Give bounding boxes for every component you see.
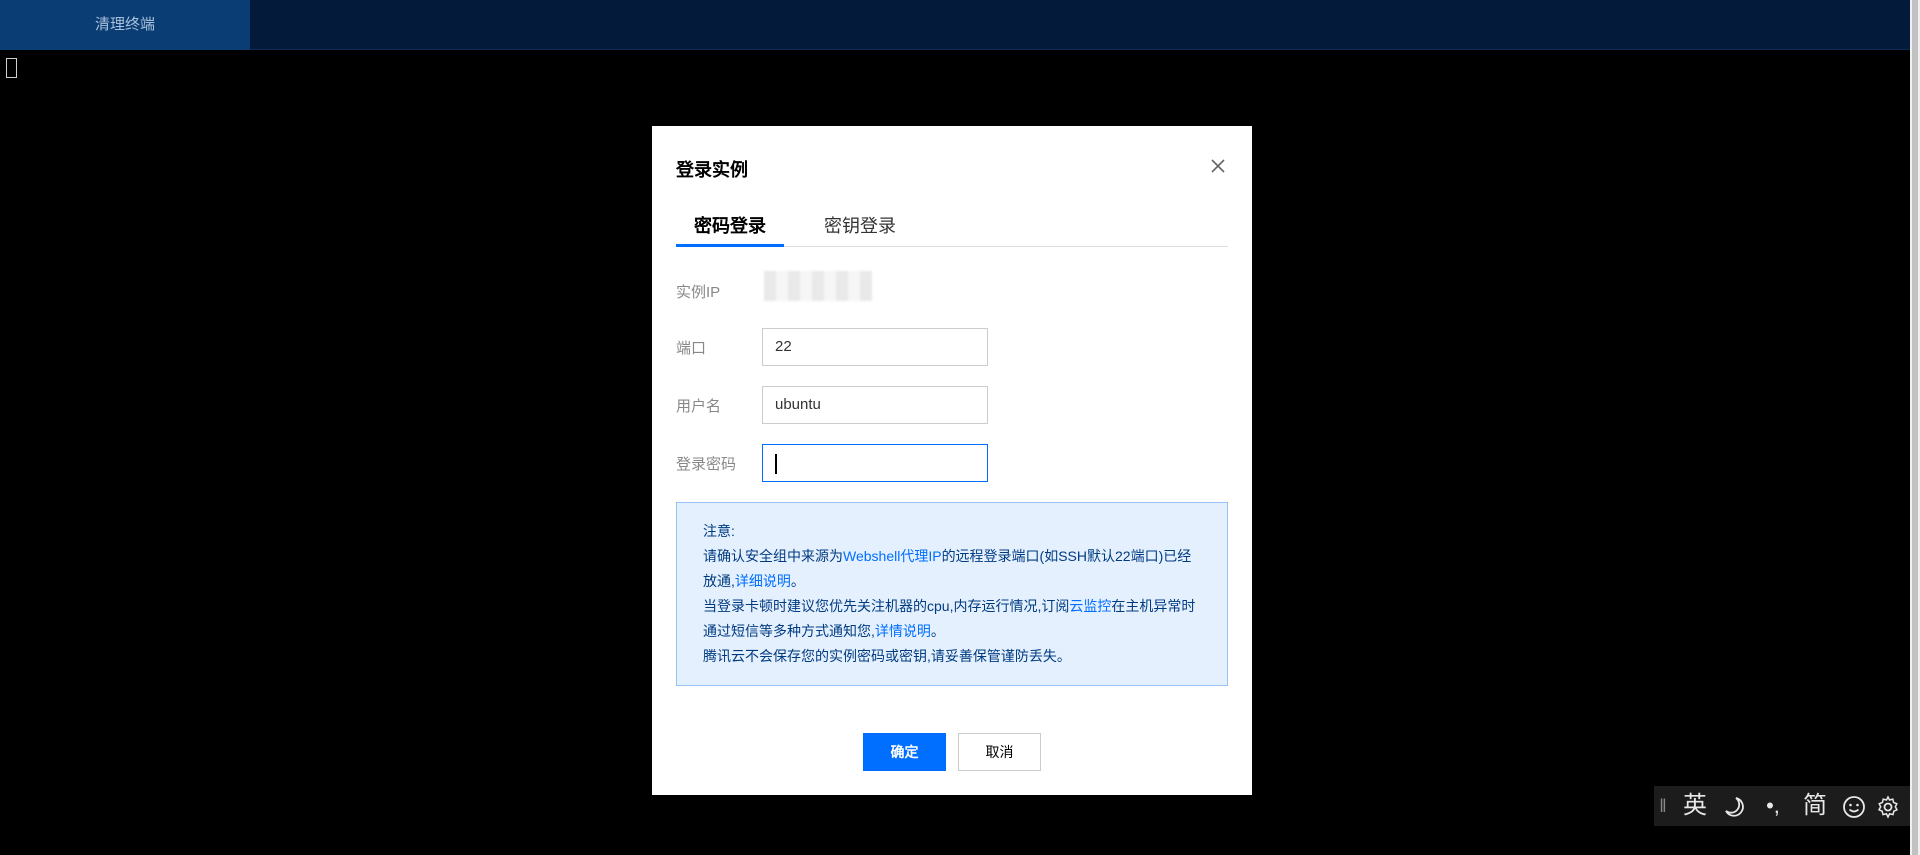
port-label: 端口 bbox=[676, 340, 707, 357]
username-input[interactable]: ubuntu bbox=[762, 386, 988, 424]
moon-icon[interactable] bbox=[1722, 795, 1746, 819]
notice-heading: 注意: bbox=[703, 523, 735, 539]
cloud-monitor-link[interactable]: 云监控 bbox=[1069, 598, 1111, 614]
login-instance-dialog: 登录实例 密码登录 密钥登录 实例IP 端口 22 用户名 ubuntu 登录密… bbox=[652, 126, 1252, 795]
detail-explanation-link[interactable]: 详细说明 bbox=[735, 573, 791, 589]
clear-terminal-tab[interactable]: 清理终端 bbox=[0, 0, 250, 50]
webshell-proxy-ip-link[interactable]: Webshell代理IP bbox=[843, 548, 942, 564]
close-icon[interactable] bbox=[1208, 156, 1228, 176]
confirm-button[interactable]: 确定 bbox=[863, 733, 946, 771]
details-link[interactable]: 详情说明 bbox=[875, 623, 931, 639]
text-caret bbox=[775, 454, 777, 474]
password-label: 登录密码 bbox=[676, 456, 737, 473]
notice-line-2: 当登录卡顿时建议您优先关注机器的cpu,内存运行情况,订阅云监控在主机异常时通过… bbox=[703, 598, 1196, 639]
notice-line-3: 腾讯云不会保存您的实例密码或密钥,请妥善保管谨防丢失。 bbox=[703, 648, 1071, 664]
smiley-icon[interactable] bbox=[1842, 795, 1866, 819]
terminal-topbar: 清理终端 bbox=[0, 0, 1910, 50]
scrollbar-thumb[interactable] bbox=[1912, 0, 1918, 855]
notice-line-1: 请确认安全组中来源为Webshell代理IP的远程登录端口(如SSH默认22端口… bbox=[703, 548, 1192, 589]
ime-grip-handle[interactable]: ‖ bbox=[1658, 786, 1668, 826]
login-method-tabs: 密码登录 密钥登录 bbox=[676, 212, 1228, 247]
gear-icon[interactable] bbox=[1876, 795, 1900, 819]
dialog-title: 登录实例 bbox=[676, 160, 748, 180]
username-label: 用户名 bbox=[676, 398, 722, 415]
ime-punctuation-toggle[interactable]: •, bbox=[1758, 786, 1788, 826]
ime-toolbar: ‖ 英 •, 简 bbox=[1654, 786, 1910, 826]
tab-password-login[interactable]: 密码登录 bbox=[676, 212, 784, 247]
instance-ip-label: 实例IP bbox=[676, 284, 721, 301]
port-input[interactable]: 22 bbox=[762, 328, 988, 366]
ime-simplified-toggle[interactable]: 简 bbox=[1798, 786, 1832, 826]
ime-language-toggle[interactable]: 英 bbox=[1678, 786, 1712, 826]
cancel-button[interactable]: 取消 bbox=[958, 733, 1041, 771]
vertical-scrollbar[interactable] bbox=[1910, 0, 1920, 855]
terminal-cursor bbox=[6, 58, 17, 78]
notice-box: 注意: 请确认安全组中来源为Webshell代理IP的远程登录端口(如SSH默认… bbox=[676, 502, 1228, 686]
instance-ip-value-redacted bbox=[764, 271, 872, 301]
tab-key-login[interactable]: 密钥登录 bbox=[824, 212, 906, 247]
password-input[interactable] bbox=[762, 444, 988, 482]
